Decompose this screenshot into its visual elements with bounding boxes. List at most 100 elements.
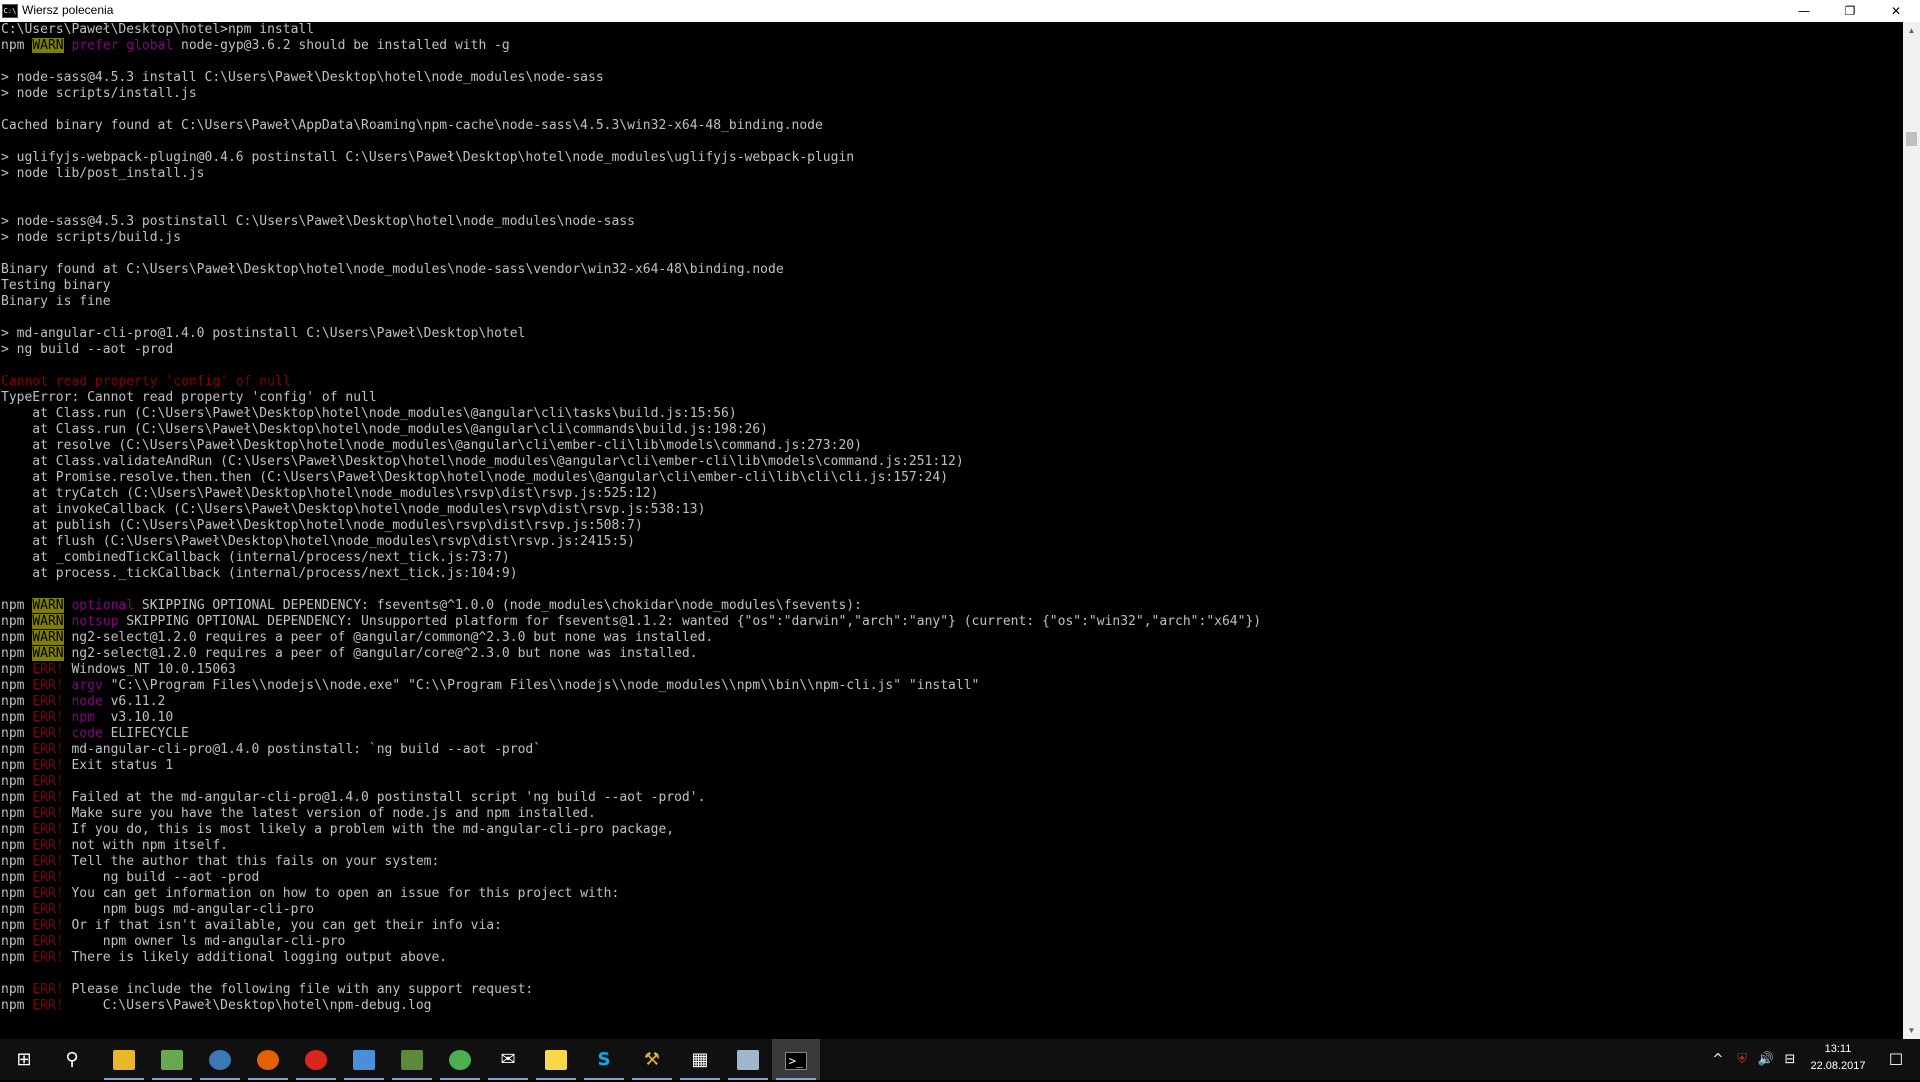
console-text: > ng build --aot -prod (1, 342, 174, 357)
vertical-scrollbar[interactable]: ▲ ▼ (1903, 22, 1920, 1039)
console-line: Cannot read property 'config' of null (1, 374, 1903, 390)
console-text: npm (1, 982, 33, 997)
chrome-icon[interactable] (436, 1039, 484, 1080)
command-prompt-app-icon[interactable]: C:\ (2, 4, 18, 18)
console-text: at flush (C:\Users\Paweł\Desktop\hotel\n… (1, 534, 635, 549)
err-tag: ERR! (32, 742, 64, 757)
console-line: > node scripts/build.js (1, 230, 1903, 246)
firefox-icon[interactable] (244, 1039, 292, 1080)
console-text: npm (1, 886, 33, 901)
err-tag: ERR! (32, 694, 64, 709)
tools-icon-glyph: ⚒ (643, 1049, 661, 1070)
console-text: > node-sass@4.5.3 postinstall C:\Users\P… (1, 214, 635, 229)
installer-icon[interactable] (388, 1039, 436, 1080)
console-line: npm ERR! argv "C:\\Program Files\\nodejs… (1, 678, 1903, 694)
tools-icon[interactable]: ⚒ (628, 1039, 676, 1080)
console-text: Binary is fine (1, 294, 111, 309)
console-line: npm ERR! code ELIFECYCLE (1, 726, 1903, 742)
console-line: > ng build --aot -prod (1, 342, 1903, 358)
console-text: npm (1, 822, 33, 837)
scroll-down-arrow-icon[interactable]: ▼ (1903, 1022, 1920, 1039)
console-text: > md-angular-cli-pro@1.4.0 postinstall C… (1, 326, 526, 341)
console-line: npm WARN optional SKIPPING OPTIONAL DEPE… (1, 598, 1903, 614)
err-tag: ERR! (32, 918, 64, 933)
console-text: npm (1, 758, 33, 773)
console-line: npm WARN notsup SKIPPING OPTIONAL DEPEND… (1, 614, 1903, 630)
console-text: at tryCatch (C:\Users\Paweł\Desktop\hote… (1, 486, 659, 501)
console-text: optional (63, 598, 135, 613)
console-line: Testing binary (1, 278, 1903, 294)
mail-icon[interactable]: ✉ (484, 1039, 532, 1080)
calculator-icon[interactable]: ▦ (676, 1039, 724, 1080)
skype-icon[interactable]: S (580, 1039, 628, 1080)
warn-tag: WARN (32, 614, 64, 629)
console-line: TypeError: Cannot read property 'config'… (1, 390, 1903, 406)
err-tag: ERR! (32, 806, 64, 821)
scroll-thumb[interactable] (1906, 132, 1917, 146)
console-line: npm WARN prefer global node-gyp@3.6.2 sh… (1, 38, 1903, 54)
file-explorer-icon[interactable] (100, 1039, 148, 1080)
console-line: > node-sass@4.5.3 install C:\Users\Paweł… (1, 70, 1903, 86)
console-text: prefer global (63, 38, 174, 53)
command-prompt-icon[interactable]: >_ (772, 1039, 820, 1080)
console-text: There is likely additional logging outpu… (63, 950, 448, 965)
console-text: not with npm itself. (63, 838, 228, 853)
clock-date: 22.08.2017 (1810, 1060, 1866, 1072)
console-text: You can get information on how to open a… (63, 886, 620, 901)
avira-icon-shape (305, 1050, 327, 1070)
search-icon-glyph: ⚲ (65, 1049, 79, 1070)
sticky-notes-icon[interactable] (532, 1039, 580, 1080)
scroll-up-arrow-icon[interactable]: ▲ (1903, 22, 1920, 39)
browser-icon[interactable] (196, 1039, 244, 1080)
console-line: npm WARN ng2-select@1.2.0 requires a pee… (1, 630, 1903, 646)
console-text: npm bugs md-angular-cli-pro (63, 902, 315, 917)
console-text: at Class.run (C:\Users\Paweł\Desktop\hot… (1, 406, 737, 421)
console-line: npm ERR! Windows_NT 10.0.15063 (1, 662, 1903, 678)
err-tag: ERR! (32, 838, 64, 853)
start-icon[interactable]: ⊞ (0, 1039, 48, 1080)
notepad-icon[interactable] (148, 1039, 196, 1080)
warn-tag: WARN (32, 630, 64, 645)
close-button[interactable]: ✕ (1873, 0, 1919, 22)
minimize-button[interactable]: — (1781, 0, 1827, 22)
firefox-icon-shape (257, 1050, 279, 1070)
console-text: npm owner ls md-angular-cli-pro (63, 934, 346, 949)
console-text: npm (1, 38, 33, 53)
console-text: npm (1, 646, 33, 661)
avira-icon[interactable] (292, 1039, 340, 1080)
network-icon[interactable]: ⊟ (1778, 1039, 1802, 1080)
console-lines: C:\Users\Paweł\Desktop\hotel>npm install… (0, 22, 1903, 1014)
warn-tag: WARN (32, 38, 64, 53)
restore-button[interactable]: ❐ (1827, 0, 1873, 22)
console-output-area[interactable]: C:\Users\Paweł\Desktop\hotel>npm install… (0, 22, 1903, 1039)
network-app-icon[interactable] (724, 1039, 772, 1080)
search-icon[interactable]: ⚲ (48, 1039, 96, 1080)
console-text: > uglifyjs-webpack-plugin@0.4.6 postinst… (1, 150, 855, 165)
clock[interactable]: 13:11 22.08.2017 (1808, 1041, 1868, 1075)
console-line: npm ERR! There is likely additional logg… (1, 950, 1903, 966)
err-tag: ERR! (32, 950, 64, 965)
console-text: at invokeCallback (C:\Users\Paweł\Deskto… (1, 502, 706, 517)
err-tag: ERR! (32, 710, 64, 725)
box-app-icon[interactable] (340, 1039, 388, 1080)
tray-overflow-chevron-icon[interactable]: ^ (1706, 1039, 1730, 1080)
console-line: at Class.run (C:\Users\Paweł\Desktop\hot… (1, 422, 1903, 438)
browser-icon-shape (209, 1050, 231, 1070)
console-text: npm (1, 854, 33, 869)
console-text: Binary found at C:\Users\Paweł\Desktop\h… (1, 262, 784, 277)
console-text: npm (1, 598, 33, 613)
warn-tag: WARN (32, 598, 64, 613)
console-text: at _combinedTickCallback (internal/proce… (1, 550, 510, 565)
err-tag: ERR! (32, 870, 64, 885)
console-line: npm ERR! Exit status 1 (1, 758, 1903, 774)
window-titlebar[interactable]: C:\ Wiersz polecenia — ❐ ✕ (0, 0, 1920, 23)
console-text: npm (1, 806, 33, 821)
volume-icon[interactable]: 🔊 (1754, 1039, 1778, 1080)
notifications-icon[interactable]: ☐ (1872, 1039, 1920, 1080)
tray-antivirus-icon[interactable]: ⛨ (1730, 1039, 1754, 1080)
